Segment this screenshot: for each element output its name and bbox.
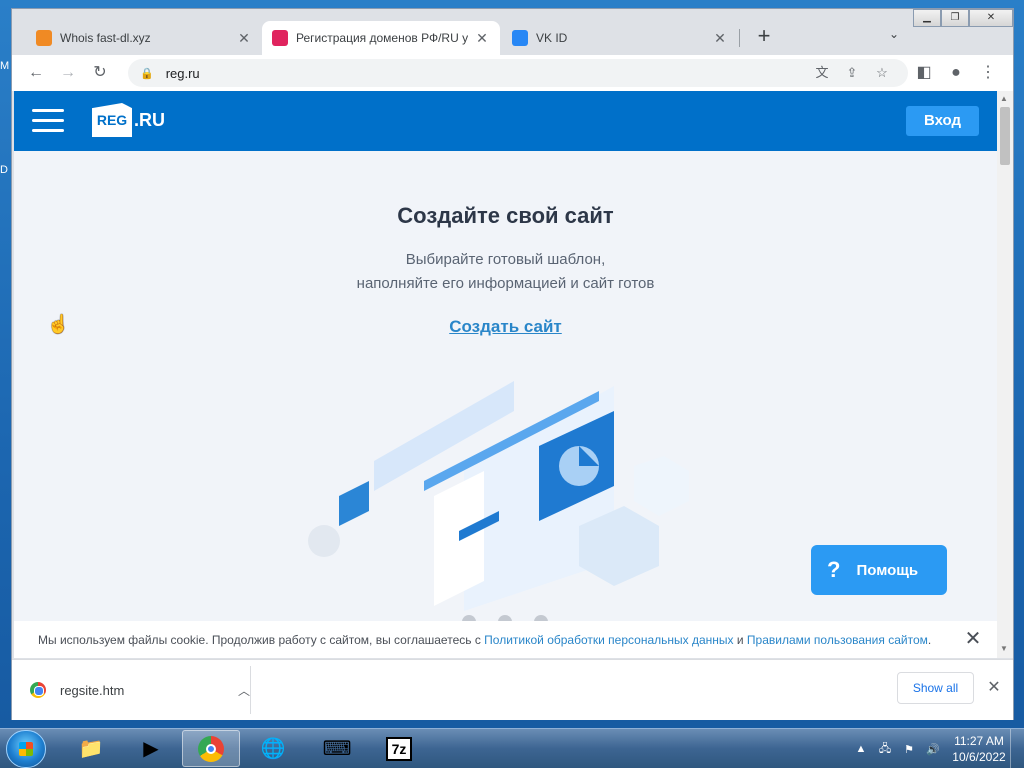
logo-mark: REG — [92, 103, 132, 137]
url-text[interactable]: reg.ru — [166, 66, 200, 81]
scroll-down-icon[interactable]: ▼ — [1000, 644, 1008, 653]
page-scrollbar[interactable]: ▲ ▼ — [997, 91, 1013, 658]
sidepanel-icon[interactable]: ◧ — [912, 61, 936, 85]
chrome-icon[interactable] — [182, 730, 240, 767]
window-controls: ▁ ❐ ✕ — [913, 9, 1013, 27]
close-icon[interactable]: ✕ — [474, 30, 490, 47]
back-icon[interactable]: ← — [24, 61, 48, 85]
hero-title: Создайте свой сайт — [397, 203, 614, 228]
show-desktop-button[interactable] — [1010, 729, 1024, 768]
browser-toolbar: ← → ↻ 🔒 reg.ru 文 ⇪ ☆ ◧ ● ⋮ — [12, 55, 1013, 91]
star-icon[interactable]: ☆ — [872, 63, 892, 83]
website-builder-illustration — [308, 381, 689, 611]
reg-favicon-icon — [272, 30, 288, 46]
cookie-banner: Мы используем файлы cookie. Продолжив ра… — [14, 621, 997, 658]
scroll-thumb[interactable] — [1000, 107, 1010, 165]
address-bar[interactable]: 🔒 reg.ru 文 ⇪ ☆ — [128, 59, 908, 87]
hero-subtitle-line: Выбирайте готовый шаблон, — [405, 251, 606, 268]
tab-whois[interactable]: Whois fast-dl.xyz ✕ — [26, 21, 262, 55]
divider — [250, 666, 251, 714]
chevron-down-icon[interactable]: ⌄ — [884, 27, 904, 47]
volume-icon[interactable]: 🔊 — [924, 743, 942, 756]
privacy-policy-link[interactable]: Политикой обработки персональных данных — [484, 633, 733, 647]
lock-icon[interactable]: 🔒 — [140, 67, 154, 80]
tab-vk-id[interactable]: VK ID ✕ — [502, 21, 738, 55]
login-button[interactable]: Вход — [906, 106, 979, 136]
close-icon[interactable]: ✕ — [984, 678, 1004, 698]
tab-title: VK ID — [536, 31, 568, 45]
vk-favicon-icon — [512, 30, 528, 46]
hand-cursor-icon: ☝ — [47, 314, 70, 334]
tray-expand-icon[interactable]: ▲ — [852, 743, 870, 755]
download-file-name: regsite.htm — [60, 682, 125, 698]
download-item[interactable]: regsite.htm ︿ — [30, 678, 250, 702]
scroll-up-icon[interactable]: ▲ — [1000, 94, 1008, 103]
desktop-text-fragment: M — [0, 60, 10, 72]
cookie-text: и — [733, 632, 747, 647]
tab-separator — [739, 29, 740, 47]
taskbar: 📁 ▶ 🌐 ⌨ 7z ▲ 🖧 ⚑ 🔊 11:27 AM 10/6/2022 — [0, 728, 1024, 768]
page-viewport: REG .RU Вход Создайте свой сайт Выбирайт… — [14, 91, 997, 658]
tab-strip: Whois fast-dl.xyz ✕ Регистрация доменов … — [12, 9, 1013, 55]
seven-zip-icon[interactable]: 7z — [370, 730, 428, 767]
help-label: Помощь — [856, 561, 919, 579]
globe-clock-icon[interactable]: 🌐 — [244, 730, 302, 767]
whois-favicon-icon — [36, 30, 52, 46]
system-tray: ▲ 🖧 ⚑ 🔊 11:27 AM 10/6/2022 — [852, 729, 1024, 768]
tab-title: Регистрация доменов РФ/RU у — [296, 31, 468, 45]
close-icon[interactable]: ✕ — [963, 629, 983, 649]
hero-subtitle-line: наполняйте его информацией и сайт готов — [356, 275, 655, 292]
action-center-icon[interactable]: ⚑ — [900, 743, 918, 756]
chrome-file-icon — [30, 682, 46, 698]
window-close-icon[interactable]: ✕ — [969, 9, 1013, 27]
help-button[interactable]: ? Помощь — [811, 545, 947, 595]
reload-icon[interactable]: ↻ — [88, 61, 112, 85]
create-site-link[interactable]: Создать сайт — [14, 317, 997, 337]
clock[interactable]: 11:27 AM 10/6/2022 — [948, 733, 1010, 765]
reg-ru-logo[interactable]: REG .RU — [92, 103, 165, 137]
tab-reg-ru[interactable]: Регистрация доменов РФ/RU у ✕ — [262, 21, 500, 55]
terms-link[interactable]: Правилами пользования сайтом — [747, 633, 928, 647]
tab-title: Whois fast-dl.xyz — [60, 31, 151, 45]
forward-icon[interactable]: → — [56, 61, 80, 85]
browser-window: Whois fast-dl.xyz ✕ Регистрация доменов … — [11, 8, 1014, 720]
logo-text: .RU — [134, 109, 165, 130]
media-player-icon[interactable]: ▶ — [122, 730, 180, 767]
clock-time: 11:27 AM — [954, 734, 1004, 748]
share-icon[interactable]: ⇪ — [842, 63, 862, 83]
minimize-icon[interactable]: ▁ — [913, 9, 941, 27]
hamburger-menu-icon[interactable] — [32, 109, 64, 133]
profile-icon[interactable]: ● — [944, 61, 968, 85]
close-icon[interactable]: ✕ — [712, 30, 728, 47]
explorer-icon[interactable]: 📁 — [62, 730, 120, 767]
close-icon[interactable]: ✕ — [236, 30, 252, 47]
start-button[interactable] — [6, 730, 46, 768]
question-icon: ? — [827, 557, 841, 582]
chevron-up-icon[interactable]: ︿ — [238, 682, 250, 699]
keyboard-icon[interactable]: ⌨ — [308, 730, 366, 767]
translate-icon[interactable]: 文 — [812, 63, 832, 83]
plus-icon[interactable]: + — [752, 25, 776, 49]
clock-date: 10/6/2022 — [952, 750, 1006, 764]
cookie-text: . — [927, 632, 932, 647]
menu-icon[interactable]: ⋮ — [976, 61, 1000, 85]
maximize-icon[interactable]: ❐ — [941, 9, 969, 27]
show-all-button[interactable]: Show all — [897, 672, 974, 704]
download-bar: regsite.htm ︿ Show all ✕ — [12, 659, 1013, 720]
site-header: REG .RU Вход — [14, 91, 997, 151]
desktop-text-fragment: D — [0, 164, 8, 176]
network-icon[interactable]: 🖧 — [876, 740, 894, 759]
cookie-text: Мы используем файлы cookie. Продолжив ра… — [38, 632, 485, 647]
